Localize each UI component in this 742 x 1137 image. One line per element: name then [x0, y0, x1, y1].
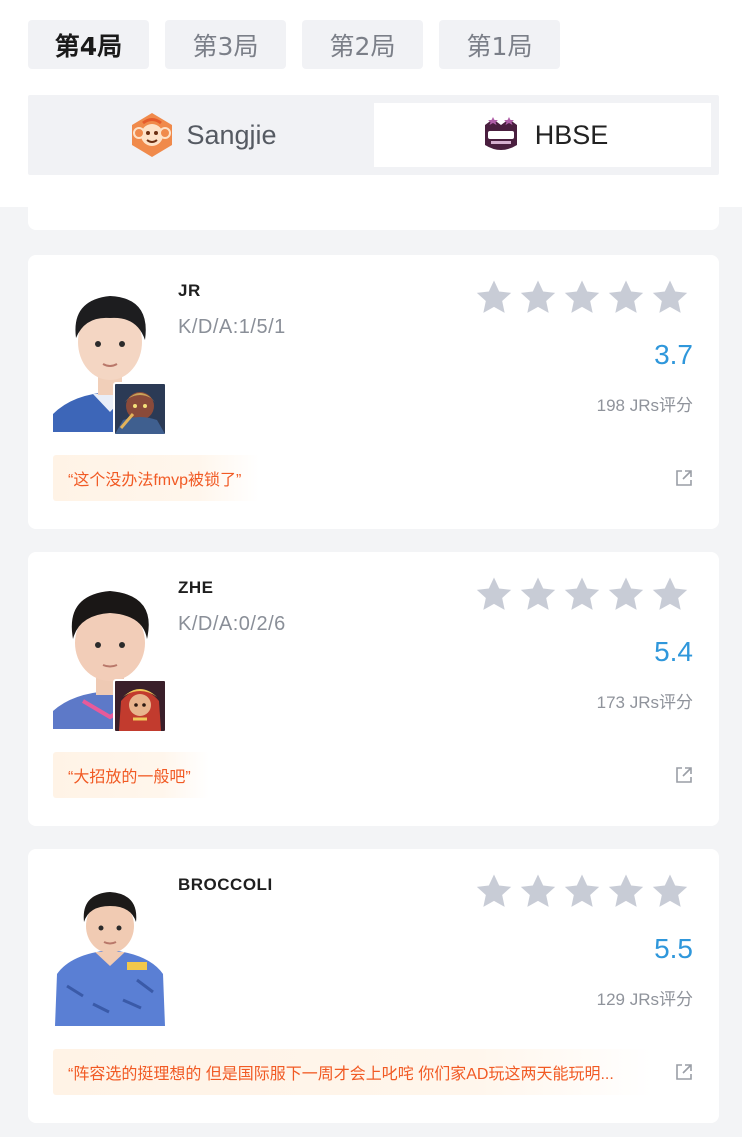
star-icon[interactable] — [606, 575, 646, 615]
player-score: 3.7 — [654, 339, 693, 370]
share-icon[interactable] — [675, 1063, 693, 1081]
rating-count: 198 JRs评分 — [596, 396, 693, 415]
monkey-logo-icon — [128, 111, 176, 159]
player-card[interactable]: BROCCOLI 5.5 129 JRs评分 “阵容选的挺理想的 但是国际服下一… — [28, 849, 719, 1123]
star-icon[interactable] — [650, 872, 690, 912]
share-icon[interactable] — [675, 766, 693, 784]
hero-portrait-icon — [113, 679, 167, 733]
star-icon[interactable] — [650, 278, 690, 318]
star-icon[interactable] — [518, 872, 558, 912]
match-header: 第4局 第3局 第2局 第1局 Sangjie HBSE — [0, 0, 742, 207]
star-icon[interactable] — [606, 872, 646, 912]
star-icon[interactable] — [562, 575, 602, 615]
share-icon[interactable] — [675, 469, 693, 487]
star-icon[interactable] — [474, 575, 514, 615]
game-tabs: 第4局 第3局 第2局 第1局 — [28, 20, 560, 69]
star-icon[interactable] — [650, 575, 690, 615]
player-name: JR — [178, 281, 201, 300]
team-switch: Sangjie HBSE — [28, 95, 719, 175]
rating-count: 173 JRs评分 — [596, 693, 693, 712]
hero-portrait-icon — [113, 382, 167, 436]
star-icon[interactable] — [474, 872, 514, 912]
player-name: ZHE — [178, 578, 214, 597]
team-tab-hbse[interactable]: HBSE — [374, 103, 711, 167]
player-kda: K/D/A:0/2/6 — [178, 613, 286, 635]
star-icon[interactable] — [606, 278, 646, 318]
tab-game-2[interactable]: 第2局 — [302, 20, 423, 69]
player-name: BROCCOLI — [178, 875, 273, 894]
player-score: 5.4 — [654, 636, 693, 667]
team-name-sangjie: Sangjie — [186, 119, 277, 150]
tab-game-1[interactable]: 第1局 — [439, 20, 560, 69]
star-icon[interactable] — [562, 872, 602, 912]
star-icon[interactable] — [562, 278, 602, 318]
team-name-hbse: HBSE — [534, 119, 609, 150]
player-avatar — [53, 876, 167, 1026]
star-icon[interactable] — [518, 278, 558, 318]
star-icon[interactable] — [474, 278, 514, 318]
player-card[interactable]: ZHE K/D/A:0/2/6 5.4 173 JRs评分 “大招放的一般吧” — [28, 552, 719, 826]
rating-stars[interactable] — [474, 872, 690, 912]
star-icon[interactable] — [518, 575, 558, 615]
rating-stars[interactable] — [474, 278, 690, 318]
top-comment[interactable]: “大招放的一般吧” — [53, 752, 209, 798]
player-card[interactable]: JR K/D/A:1/5/1 3.7 198 JRs评分 “这个没办法fmvp被… — [28, 255, 719, 529]
team-tab-sangjie[interactable]: Sangjie — [34, 103, 371, 167]
top-comment[interactable]: “这个没办法fmvp被锁了” — [53, 455, 260, 501]
player-score: 5.5 — [654, 933, 693, 964]
rating-stars[interactable] — [474, 575, 690, 615]
player-kda: K/D/A:1/5/1 — [178, 316, 286, 338]
rating-count: 129 JRs评分 — [596, 990, 693, 1009]
tab-game-4[interactable]: 第4局 — [28, 20, 149, 69]
previous-card-edge — [28, 196, 719, 230]
tab-game-3[interactable]: 第3局 — [165, 20, 286, 69]
top-comment[interactable]: “阵容选的挺理想的 但是国际服下一周才会上叱咤 你们家AD玩这两天能玩明... — [53, 1049, 653, 1095]
hbse-logo-icon — [477, 111, 525, 159]
